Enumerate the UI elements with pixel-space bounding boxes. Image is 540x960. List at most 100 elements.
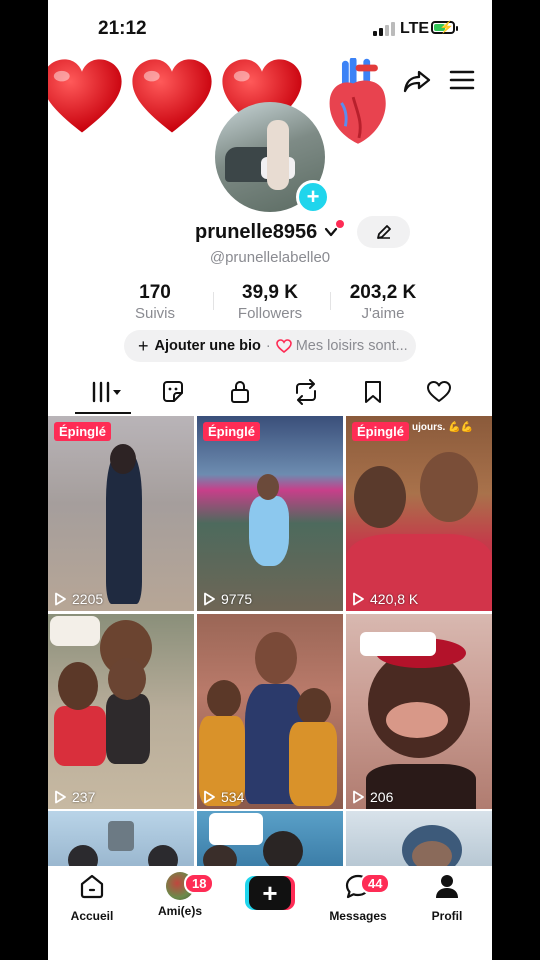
red-heart-emoji-icon (132, 59, 212, 133)
stat-followers[interactable]: 39,9 K Followers (228, 282, 312, 322)
video-thumbnail[interactable] (48, 811, 194, 866)
username-row: prunelle8956 (48, 216, 492, 248)
bookmark-icon (365, 381, 381, 403)
stat-value: 39,9 K (242, 282, 298, 303)
video-thumbnail[interactable] (197, 811, 343, 866)
add-bio-label: Ajouter une bio (154, 338, 261, 354)
view-count-value: 237 (72, 789, 96, 805)
stat-label: J'aime (361, 305, 405, 322)
nav-friends[interactable]: Ami(e)s 18 (140, 872, 220, 918)
grid-icon (92, 381, 121, 403)
share-icon[interactable] (402, 66, 432, 96)
network-label: LTE (400, 20, 430, 37)
pencil-icon (376, 225, 391, 239)
status-bar: 21:12 LTE ⚡ (48, 0, 492, 58)
add-bio-button[interactable]: + Ajouter une bio · Mes loisirs sont... (124, 330, 416, 362)
status-time: 21:12 (98, 18, 147, 39)
add-avatar-button[interactable]: + (296, 180, 330, 214)
nav-messages[interactable]: Messages 44 (318, 872, 398, 923)
stat-value: 170 (139, 282, 171, 303)
view-count-value: 420,8 K (370, 591, 419, 607)
home-icon (80, 874, 104, 899)
chevron-down-icon[interactable] (324, 226, 338, 238)
divider (330, 292, 331, 310)
video-grid: Épinglé 2205 Épinglé 9775 ujours. 💪💪 Épi… (48, 416, 492, 866)
view-count: 206 (352, 789, 393, 805)
video-thumbnail[interactable]: 534 (197, 614, 343, 809)
video-thumbnail[interactable]: 206 (346, 614, 492, 809)
stat-label: Suivis (134, 305, 175, 322)
tab-liked[interactable] (414, 370, 464, 414)
comment-overlay (209, 813, 263, 845)
view-count: 420,8 K (352, 591, 418, 607)
view-count: 534 (203, 789, 244, 805)
messages-badge: 44 (360, 873, 391, 894)
nav-label: Profil (431, 909, 463, 923)
divider (213, 292, 214, 310)
video-thumbnail[interactable] (346, 811, 492, 866)
view-count: 237 (54, 789, 95, 805)
play-icon (353, 592, 364, 606)
view-count-value: 2205 (72, 591, 104, 607)
stat-likes[interactable]: 203,2 K J'aime (340, 282, 426, 322)
plus-icon: + (138, 336, 149, 356)
comment-overlay (360, 632, 436, 656)
plus-icon: + (249, 876, 291, 910)
phone-screen: 21:12 LTE ⚡ + prunelle8956 @prunellelabe… (48, 0, 492, 960)
tab-videos[interactable] (75, 370, 131, 414)
stat-value: 203,2 K (349, 282, 417, 303)
red-heart-emoji-icon (48, 59, 122, 133)
nav-profile[interactable]: Profil (407, 872, 487, 923)
notification-dot (336, 220, 344, 228)
lock-icon (231, 381, 249, 403)
heart-outline-icon (275, 339, 292, 353)
video-thumbnail[interactable]: Épinglé 9775 (197, 416, 343, 611)
username[interactable]: prunelle8956 (195, 221, 317, 244)
edit-profile-button[interactable] (357, 216, 410, 248)
stat-label: Followers (237, 305, 303, 322)
nav-label: Messages (329, 909, 387, 923)
nav-label: Ami(e)s (157, 904, 202, 918)
friends-badge: 18 (184, 873, 215, 894)
sticker-icon (163, 381, 183, 402)
view-count-value: 534 (221, 789, 245, 805)
video-thumbnail[interactable]: Épinglé 2205 (48, 416, 194, 611)
nav-label: Accueil (70, 909, 114, 923)
active-tab-indicator (75, 412, 131, 414)
heart-outline-icon (427, 381, 451, 402)
bottom-nav: Accueil Ami(e)s 18 + Messages 44 Profil (48, 866, 492, 960)
battery-icon: ⚡ (431, 20, 458, 34)
nav-home[interactable]: Accueil (52, 872, 132, 923)
view-count: 9775 (203, 591, 252, 607)
user-handle: @prunellelabelle0 (209, 249, 331, 266)
play-icon (204, 592, 215, 606)
pinned-badge: Épinglé (54, 422, 111, 441)
stat-following[interactable]: 170 Suivis (120, 282, 190, 322)
view-count-value: 9775 (221, 591, 253, 607)
profile-stats: 170 Suivis 39,9 K Followers 203,2 K J'ai… (48, 282, 492, 322)
anatomical-heart-emoji-icon (329, 58, 386, 144)
video-caption: ujours. 💪💪 (412, 422, 474, 433)
profile-top-bar (48, 58, 492, 144)
pinned-badge: Épinglé (352, 422, 409, 441)
signal-icon (373, 22, 395, 36)
create-button[interactable]: + (245, 876, 295, 910)
hobbies-label: Mes loisirs sont... (295, 338, 408, 354)
menu-icon[interactable] (448, 68, 476, 92)
play-icon (353, 790, 364, 804)
tab-favorites[interactable] (348, 370, 398, 414)
profile-icon (436, 875, 458, 898)
pinned-badge: Épinglé (203, 422, 260, 441)
bio-separator: · (265, 338, 271, 354)
repost-icon (296, 379, 316, 405)
view-count-value: 206 (370, 789, 394, 805)
tab-stickers[interactable] (148, 370, 198, 414)
play-icon (55, 592, 66, 606)
view-count: 2205 (54, 591, 103, 607)
play-icon (55, 790, 66, 804)
video-thumbnail[interactable]: 237 (48, 614, 194, 809)
play-icon (204, 790, 215, 804)
video-thumbnail[interactable]: ujours. 💪💪 Épinglé 420,8 K (346, 416, 492, 611)
tab-reposts[interactable] (281, 370, 331, 414)
tab-private[interactable] (215, 370, 265, 414)
